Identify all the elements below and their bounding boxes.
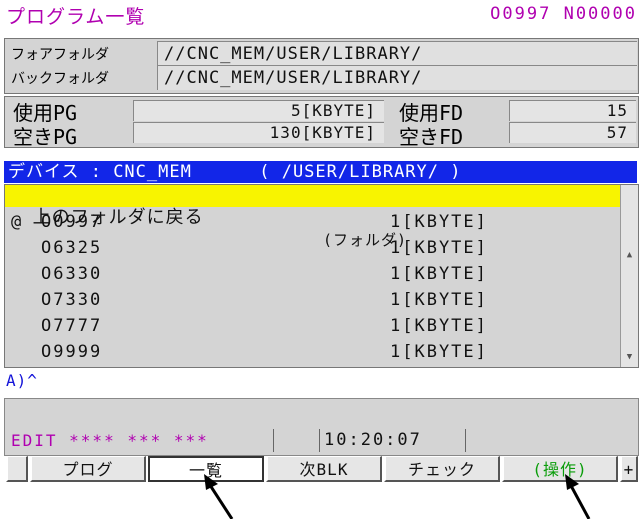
program-size: 1[KBYTE]	[390, 264, 488, 284]
list-item[interactable]: @ O0997 1[KBYTE]	[5, 209, 620, 235]
softkey-bar: プログ 一覧 次BLK チェック (操作) +	[6, 456, 639, 484]
softkey-continue[interactable]: +	[620, 456, 638, 482]
current-folder-label: フォアフォルダ	[11, 47, 109, 63]
free-pg-label: 空きPG	[13, 125, 78, 149]
scroll-down-icon[interactable]: ▼	[621, 349, 638, 365]
program-name: O7777	[41, 316, 103, 336]
current-program-mark: @	[11, 212, 24, 232]
softkey-return[interactable]	[6, 456, 28, 482]
program-number-status: O0997 N00000	[490, 4, 637, 24]
list-item[interactable]: O9999 1[KBYTE]	[5, 339, 620, 365]
program-size: 1[KBYTE]	[390, 316, 488, 336]
device-path-bar: デバイス : CNC_MEM ( /USER/LIBRARY/ )	[4, 161, 637, 183]
pointer-arrow-icon	[565, 474, 591, 519]
softkey-program[interactable]: プログ	[30, 456, 146, 482]
status-blank-cell	[273, 429, 314, 452]
mode-status: EDIT **** *** ***	[11, 431, 209, 450]
list-item[interactable]: O7777 1[KBYTE]	[5, 313, 620, 339]
program-size: 1[KBYTE]	[390, 212, 488, 232]
back-folder-path: //CNC_MEM/USER/LIBRARY/	[157, 65, 637, 90]
list-item[interactable]: O7330 1[KBYTE]	[5, 287, 620, 313]
program-name: O6330	[41, 264, 103, 284]
used-fd-value: 15	[509, 100, 636, 121]
memory-usage-panel: 使用PG 5[KBYTE] 空きPG 130[KBYTE] 使用FD 15 空き…	[4, 96, 639, 149]
free-fd-label: 空きFD	[399, 125, 464, 149]
program-name: O0997	[41, 212, 103, 232]
clock-time: 10:20:07	[319, 429, 464, 452]
current-folder-path: //CNC_MEM/USER/LIBRARY/	[157, 41, 637, 66]
list-item[interactable]: O6330 1[KBYTE]	[5, 261, 620, 287]
program-size: 1[KBYTE]	[390, 238, 488, 258]
program-name: O7330	[41, 290, 103, 310]
program-size: 1[KBYTE]	[390, 290, 488, 310]
used-pg-value: 5[KBYTE]	[133, 100, 384, 121]
free-fd-value: 57	[509, 122, 636, 143]
status-panel: EDIT **** *** *** 10:20:07	[4, 398, 639, 456]
program-name: O6325	[41, 238, 103, 258]
program-size: 1[KBYTE]	[390, 342, 488, 362]
screen-title: プログラム一覧	[6, 6, 146, 28]
list-scrollbar[interactable]: ▲ ▼	[620, 185, 638, 367]
scroll-up-icon[interactable]: ▲	[621, 247, 638, 263]
status-blank-cell	[465, 429, 602, 452]
program-list[interactable]: 上のフォルダに戻る (フォルダ) @ O0997 1[KBYTE] O6325 …	[4, 184, 639, 368]
free-pg-value: 130[KBYTE]	[133, 122, 384, 143]
softkey-next-block[interactable]: 次BLK	[266, 456, 382, 482]
softkey-check[interactable]: チェック	[384, 456, 500, 482]
parent-folder-row[interactable]: 上のフォルダに戻る (フォルダ)	[5, 185, 620, 249]
program-name: O9999	[41, 342, 103, 362]
folder-panel: フォアフォルダ //CNC_MEM/USER/LIBRARY/ バックフォルダ …	[4, 38, 639, 94]
pointer-arrow-icon	[204, 474, 234, 519]
list-item[interactable]: O6325 1[KBYTE]	[5, 235, 620, 261]
key-input-buffer[interactable]: A)^	[6, 371, 38, 390]
back-folder-label: バックフォルダ	[11, 71, 109, 87]
